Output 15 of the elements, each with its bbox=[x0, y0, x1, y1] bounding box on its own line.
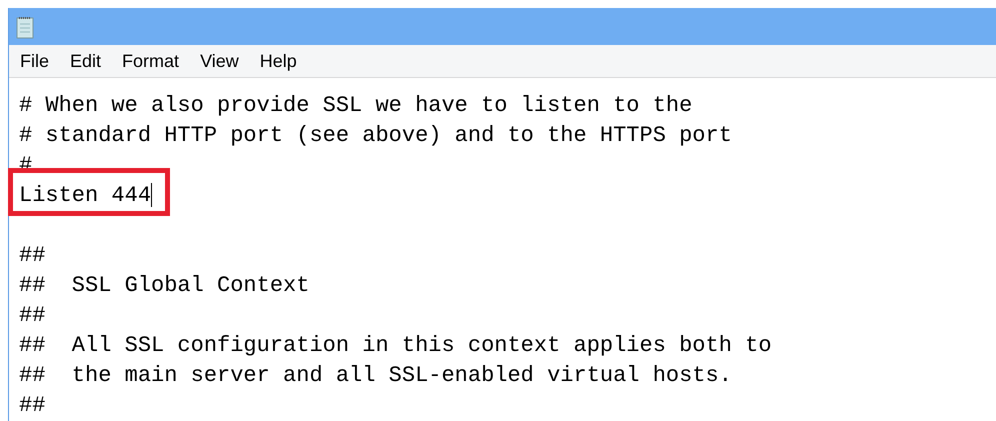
code-line: ## bbox=[19, 302, 46, 330]
code-line: ## bbox=[19, 392, 46, 420]
code-line: ## the main server and all SSL-enabled virtual hosts. bbox=[19, 362, 732, 390]
code-line: Listen 444 bbox=[19, 182, 152, 210]
code-line: # standard HTTP port (see above) and to the HTTPS port bbox=[19, 122, 732, 150]
menu-item[interactable]: View bbox=[200, 48, 239, 74]
menu-item[interactable]: Format bbox=[122, 48, 180, 74]
code-line: ## All SSL configuration in this context applies both to bbox=[19, 332, 772, 360]
code-line: ## SSL Global Context bbox=[19, 272, 310, 300]
menu-item[interactable]: Edit bbox=[70, 48, 102, 74]
menu-item[interactable]: File bbox=[20, 48, 50, 74]
menu-item[interactable]: Help bbox=[260, 48, 297, 74]
code-line: # When we also provide SSL we have to listen to the bbox=[19, 92, 692, 120]
notepad-icon bbox=[15, 14, 35, 38]
code-line: ## bbox=[19, 242, 46, 270]
